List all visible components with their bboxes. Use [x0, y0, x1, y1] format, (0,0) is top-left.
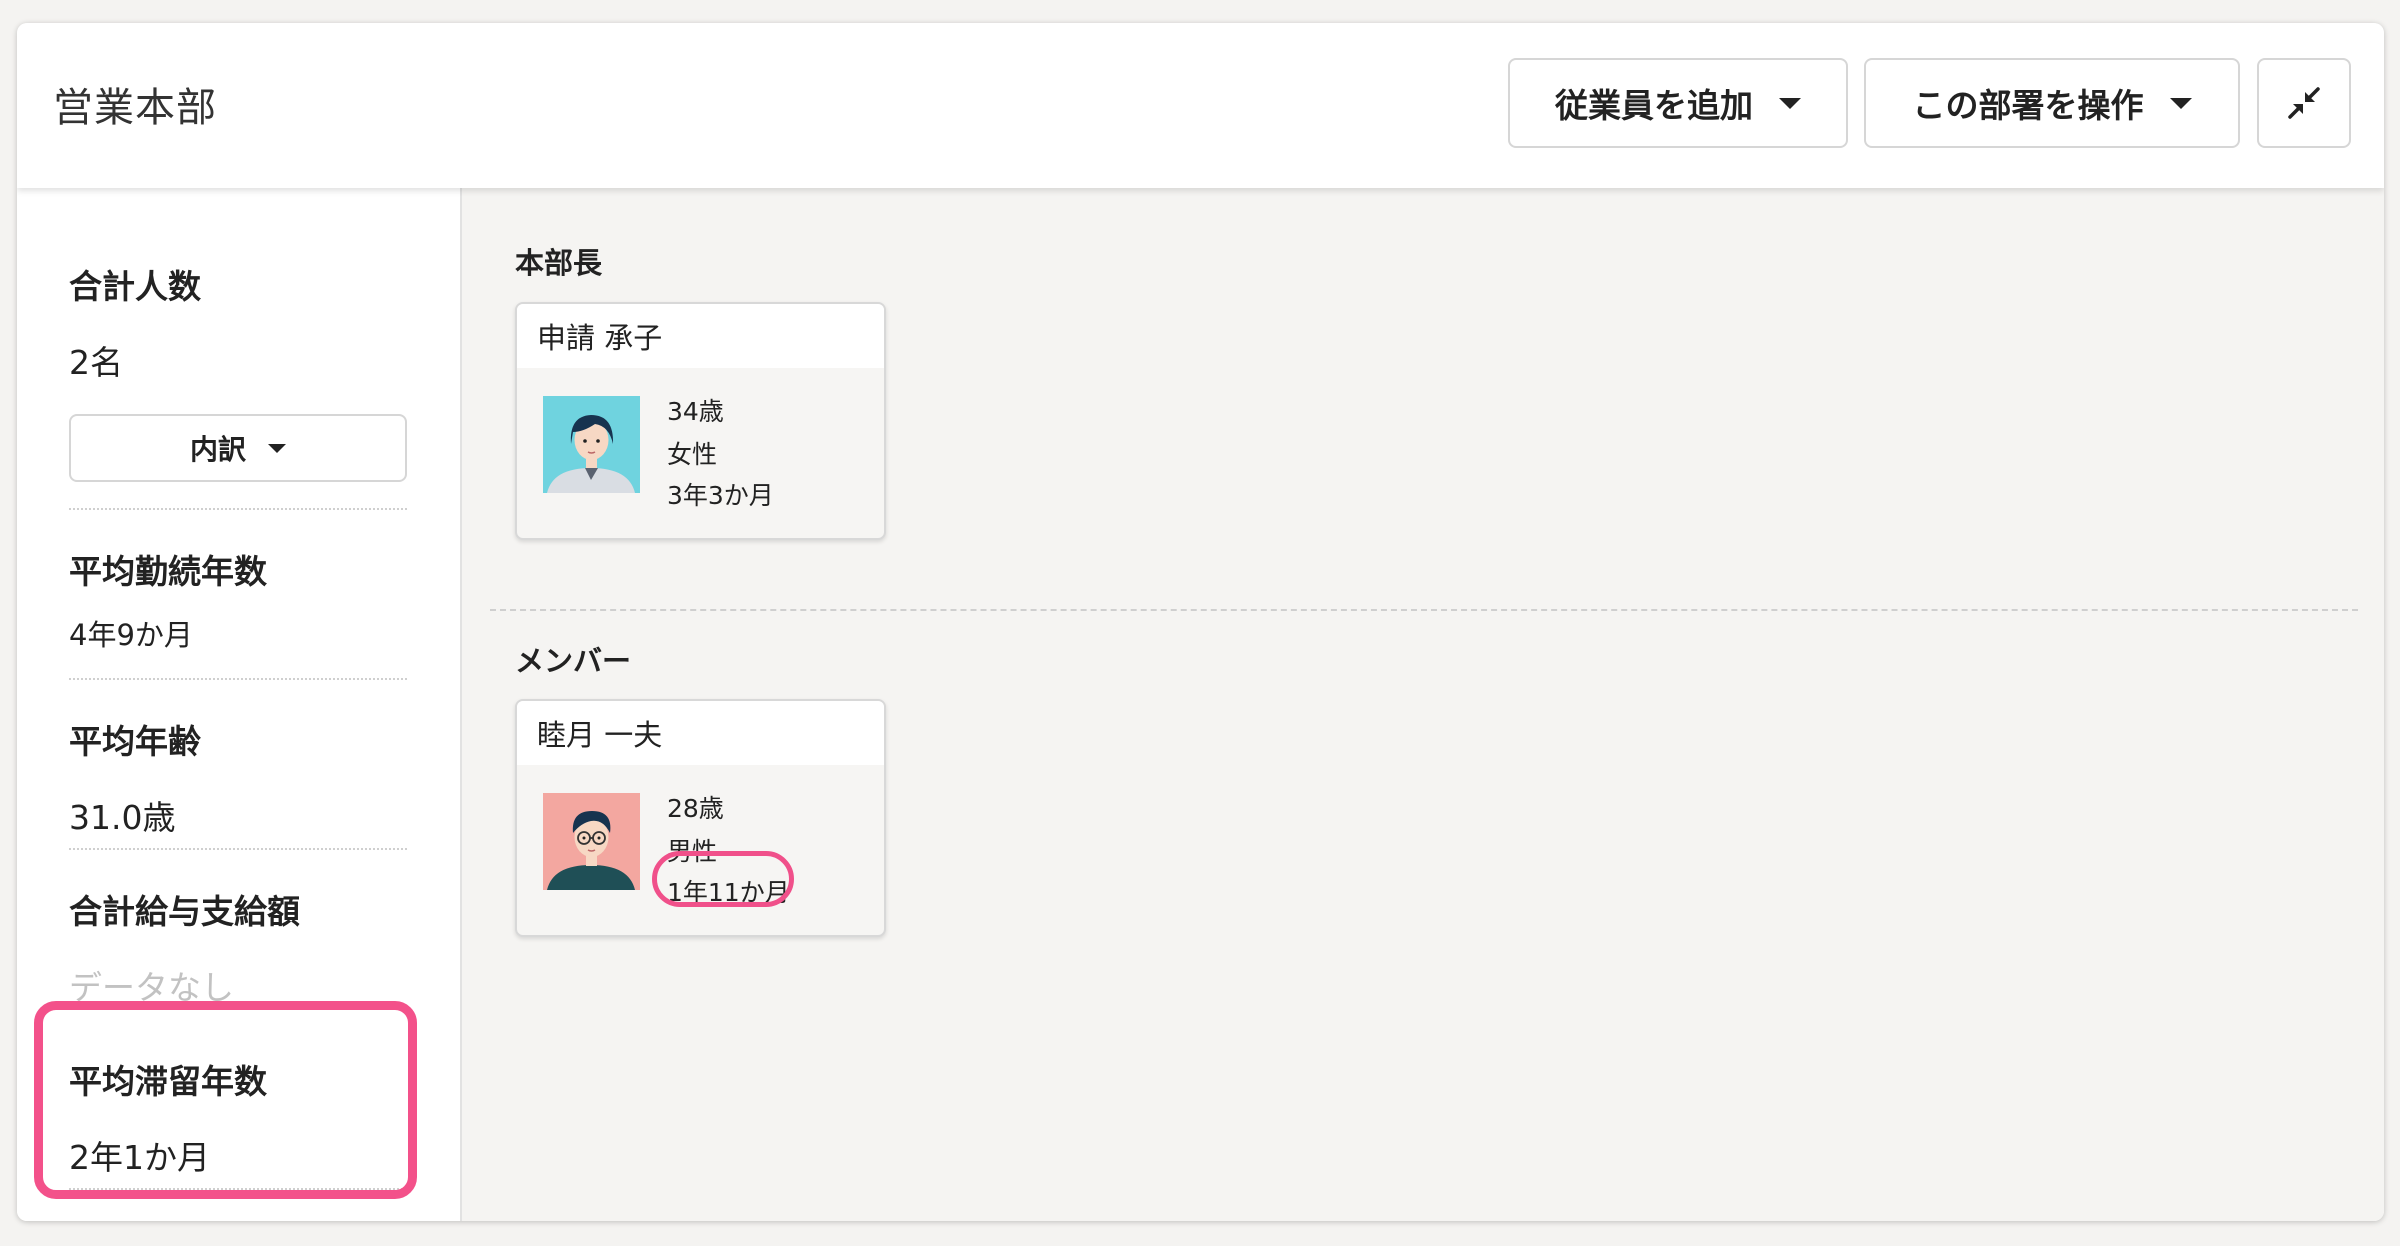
department-title: 営業本部 — [53, 85, 217, 131]
section-divider — [490, 609, 2358, 611]
caret-down-icon — [1779, 97, 1801, 109]
employee-name: 睦月 一夫 — [517, 701, 884, 765]
avg-age-value: 31.0歳 — [69, 798, 176, 837]
department-header: 営業本部 従業員を追加 この部署を操作 — [17, 23, 2384, 188]
employee-card-head[interactable]: 申請 承子 34歳 女性 3年3か月 — [515, 302, 886, 540]
employee-tenure: 3年3か月 — [667, 481, 774, 510]
divider — [69, 678, 407, 680]
divider — [69, 508, 407, 510]
operate-department-label: この部署を操作 — [1912, 86, 2144, 125]
highlight-avg-stay — [34, 1001, 417, 1199]
total-people-label: 合計人数 — [69, 267, 201, 306]
avatar — [543, 396, 640, 493]
divider — [69, 848, 407, 850]
caret-down-icon — [2169, 97, 2192, 109]
breakdown-label: 内訳 — [189, 433, 246, 466]
breakdown-button[interactable]: 内訳 — [69, 414, 407, 482]
employee-age: 28歳 — [667, 794, 724, 823]
collapse-arrows-icon — [2288, 87, 2320, 119]
avg-tenure-label: 平均勤続年数 — [69, 552, 267, 591]
employee-gender: 女性 — [667, 440, 718, 469]
operate-department-button[interactable]: この部署を操作 — [1864, 58, 2240, 148]
caret-down-icon — [268, 443, 286, 453]
employee-age: 34歳 — [667, 397, 724, 426]
total-people-value: 2名 — [69, 343, 123, 382]
add-employee-button[interactable]: 従業員を追加 — [1508, 58, 1848, 148]
collapse-button[interactable] — [2257, 58, 2351, 148]
add-employee-label: 従業員を追加 — [1555, 86, 1753, 125]
highlight-member-tenure — [652, 851, 794, 907]
members-area: 本部長 申請 承子 34歳 女性 3年3か月 メンバー 睦月 一夫 28歳 男性… — [462, 188, 2384, 1221]
avg-age-label: 平均年齢 — [69, 722, 201, 761]
head-section-title: 本部長 — [515, 246, 603, 280]
members-section-title: メンバー — [515, 644, 632, 678]
avg-tenure-value: 4年9か月 — [69, 618, 193, 652]
employee-name: 申請 承子 — [517, 304, 884, 368]
total-salary-label: 合計給与支給額 — [69, 892, 300, 931]
avatar — [543, 793, 640, 890]
